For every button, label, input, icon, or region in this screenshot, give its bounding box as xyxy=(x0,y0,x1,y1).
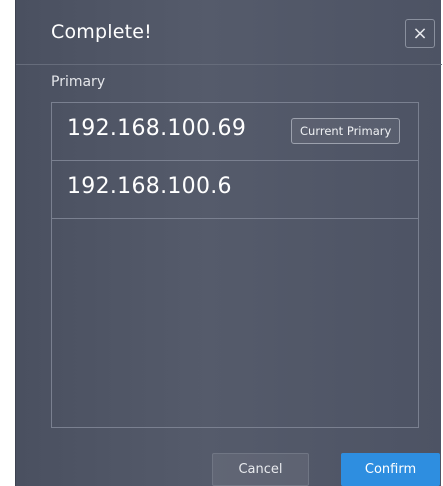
list-item[interactable]: 192.168.100.69 Current Primary xyxy=(52,103,418,161)
dialog: Complete! × Primary 192.168.100.69 Curre… xyxy=(15,0,442,486)
ip-address: 192.168.100.6 xyxy=(67,174,232,199)
cancel-button[interactable]: Cancel xyxy=(212,453,309,486)
close-icon: × xyxy=(412,23,428,44)
dialog-title: Complete! xyxy=(51,21,152,43)
ip-address: 192.168.100.69 xyxy=(67,116,247,141)
dialog-footer: Cancel Confirm xyxy=(16,447,442,486)
section-label: Primary xyxy=(51,74,106,90)
confirm-button[interactable]: Confirm xyxy=(341,453,440,486)
list-item[interactable]: 192.168.100.6 xyxy=(52,161,418,219)
dialog-header: Complete! × xyxy=(16,0,442,65)
close-button[interactable]: × xyxy=(405,19,435,48)
primary-list: 192.168.100.69 Current Primary 192.168.1… xyxy=(51,102,419,428)
current-primary-badge: Current Primary xyxy=(291,118,401,144)
